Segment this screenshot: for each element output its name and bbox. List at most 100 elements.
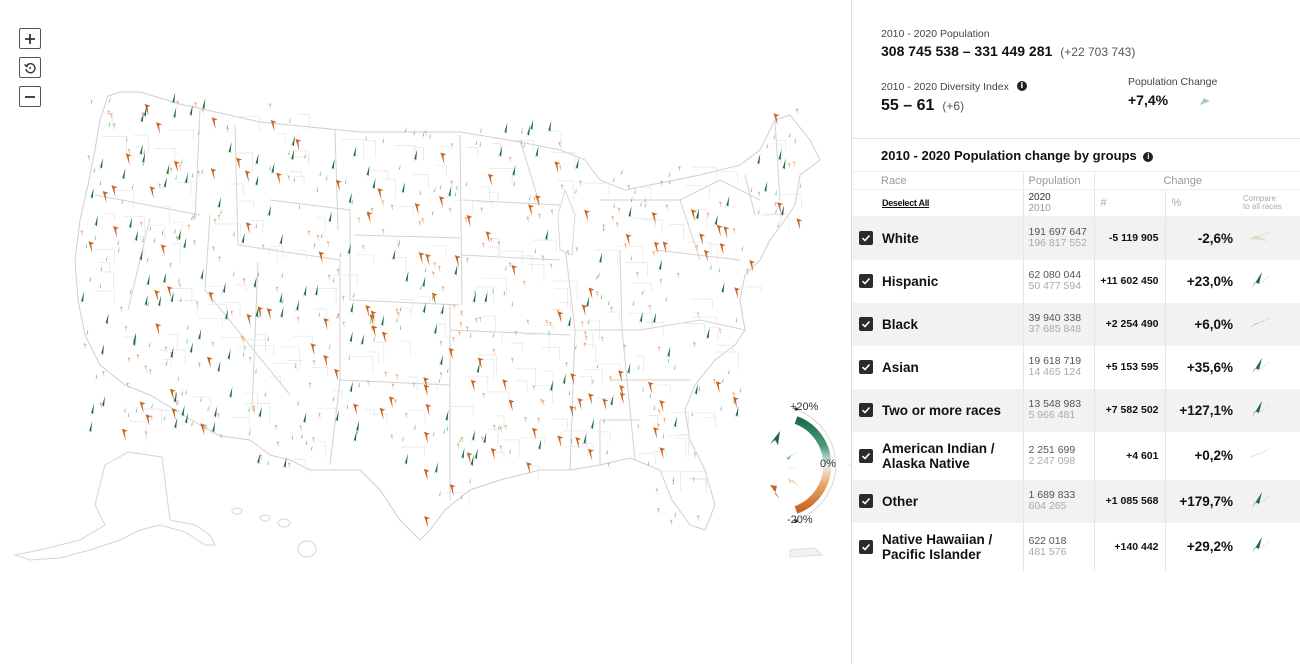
population-2020: 622 018 <box>1028 534 1067 547</box>
county-arrow <box>715 381 722 394</box>
race-name: Native Hawaiian / Pacific Islander <box>882 531 993 562</box>
county-arrow <box>612 176 615 184</box>
county-arrow <box>547 120 552 134</box>
county-arrow <box>150 402 153 410</box>
compare-arrow-icon <box>1252 537 1271 553</box>
race-row[interactable]: Asian 19 618 719 14 465 124 +5 153 595 +… <box>852 345 1300 389</box>
population-2010: 37 685 848 <box>1028 323 1082 335</box>
summary-section: 2010 - 2020 Population 308 745 538 – 331… <box>852 0 1300 139</box>
race-checkbox[interactable] <box>859 539 873 554</box>
diversity-delta: (+6) <box>942 99 965 113</box>
race-row[interactable]: Two or more races 13 548 983 5 966 481 +… <box>852 388 1300 432</box>
check-icon <box>861 543 871 551</box>
county-arrow <box>163 414 166 422</box>
county-arrow <box>90 403 95 417</box>
check-icon <box>861 235 871 242</box>
county-arrow <box>121 428 128 441</box>
check-icon <box>861 363 871 371</box>
change-number: +140 442 <box>1094 522 1166 571</box>
legend-bottom-label: -20% <box>787 514 813 526</box>
race-checkbox[interactable] <box>859 231 873 246</box>
race-row[interactable]: Hispanic 62 080 044 50 477 594 +11 602 4… <box>852 259 1300 303</box>
county-arrow <box>667 171 671 179</box>
county-arrow <box>620 168 623 176</box>
race-row[interactable]: American Indian / Alaska Native 2 251 69… <box>852 431 1300 480</box>
reset-view-button[interactable] <box>19 57 41 78</box>
info-icon[interactable]: i <box>1143 151 1154 162</box>
header-year-2010: 2010 <box>1028 203 1051 214</box>
race-row[interactable]: Black 39 940 338 37 685 848 +2 254 490 +… <box>852 302 1300 346</box>
population-change-box: Population Change +7,4% <box>1128 76 1224 108</box>
groups-title: 2010 - 2020 Population change by groups … <box>852 139 1300 171</box>
change-percent: +23,0% <box>1186 273 1233 289</box>
stats-panel: 2010 - 2020 Population 308 745 538 – 331… <box>851 0 1300 664</box>
population-2010: 481 576 <box>1028 545 1067 558</box>
race-checkbox[interactable] <box>859 448 873 463</box>
check-icon <box>861 320 871 328</box>
county-arrow <box>713 378 717 386</box>
legend-top-label: +20% <box>790 401 819 413</box>
legend-arrow-strong-decline <box>770 485 780 499</box>
county-arrow <box>150 415 154 422</box>
diversity-range-value: 55 – 61 <box>881 97 935 114</box>
race-checkbox[interactable] <box>859 403 873 417</box>
race-name: Two or more races <box>882 402 1002 418</box>
county-arrow <box>99 402 103 409</box>
compare-arrow-icon <box>1250 448 1271 458</box>
race-checkbox[interactable] <box>859 494 873 508</box>
race-name: Asian <box>882 359 919 375</box>
header-year-2020: 2020 <box>1028 192 1051 203</box>
change-number: +7 582 502 <box>1094 388 1166 432</box>
diversity-range: 55 – 61 (+6) <box>881 97 1300 115</box>
legend-arc <box>770 407 854 523</box>
county-arrow <box>88 421 93 435</box>
minus-icon <box>25 95 35 98</box>
compare-arrow-icon <box>1250 317 1271 327</box>
header-race: Race <box>852 171 1024 190</box>
county-arrow <box>738 386 742 394</box>
zoom-out-button[interactable] <box>19 86 41 107</box>
check-icon <box>861 497 871 505</box>
population-change-label: Population Change <box>1128 76 1218 88</box>
county-arrow <box>795 108 799 115</box>
change-number: +5 153 595 <box>1094 345 1166 389</box>
contiguous-us-outline <box>74 91 821 541</box>
county-arrow <box>697 385 701 393</box>
county-arrow <box>734 405 739 419</box>
reset-icon <box>24 62 36 73</box>
population-change-value: +7,4% <box>1128 92 1169 108</box>
population-range: 308 745 538 – 331 449 281 (+22 703 743) <box>881 43 1300 59</box>
zoom-in-button[interactable] <box>19 28 41 49</box>
puerto-rico <box>789 547 824 558</box>
race-checkbox[interactable] <box>859 317 873 331</box>
race-name: Black <box>882 316 919 332</box>
county-arrow <box>219 434 224 441</box>
population-2020: 2 251 699 <box>1028 443 1076 456</box>
county-arrow <box>503 122 508 136</box>
county-map-area[interactable]: +20% 0% -20% <box>0 0 854 664</box>
table-subheader-row: Deselect All 2020 2010 # % Compare to al… <box>852 189 1300 217</box>
race-row[interactable]: White 191 697 647 196 817 552 -5 119 905… <box>852 216 1300 260</box>
population-2010: 604 265 <box>1028 500 1067 512</box>
race-checkbox[interactable] <box>859 274 873 288</box>
deselect-all-link[interactable]: Deselect All <box>852 198 929 208</box>
population-2010: 50 477 594 <box>1028 280 1082 292</box>
check-icon <box>861 406 871 414</box>
compare-arrow-icon <box>1252 357 1271 374</box>
race-row[interactable]: Native Hawaiian / Pacific Islander 622 0… <box>852 522 1300 571</box>
county-arrow <box>102 370 106 378</box>
us-county-map[interactable] <box>0 0 851 664</box>
legend-mid-label: 0% <box>820 458 836 470</box>
header-population: Population <box>1023 171 1095 190</box>
info-icon[interactable]: i <box>1016 80 1027 91</box>
race-row[interactable]: Other 1 689 833 604 265 +1 085 568 +179,… <box>852 479 1300 523</box>
race-checkbox[interactable] <box>859 360 873 374</box>
header-number: # <box>1100 197 1107 209</box>
legend-arrow-weak-growth <box>786 451 800 460</box>
change-number: -5 119 905 <box>1094 216 1166 260</box>
county-arrow <box>520 127 523 136</box>
county-arrow <box>719 404 722 412</box>
population-2010: 196 817 552 <box>1028 237 1087 250</box>
county-arrow <box>721 376 724 384</box>
change-percent: +179,7% <box>1165 479 1243 523</box>
